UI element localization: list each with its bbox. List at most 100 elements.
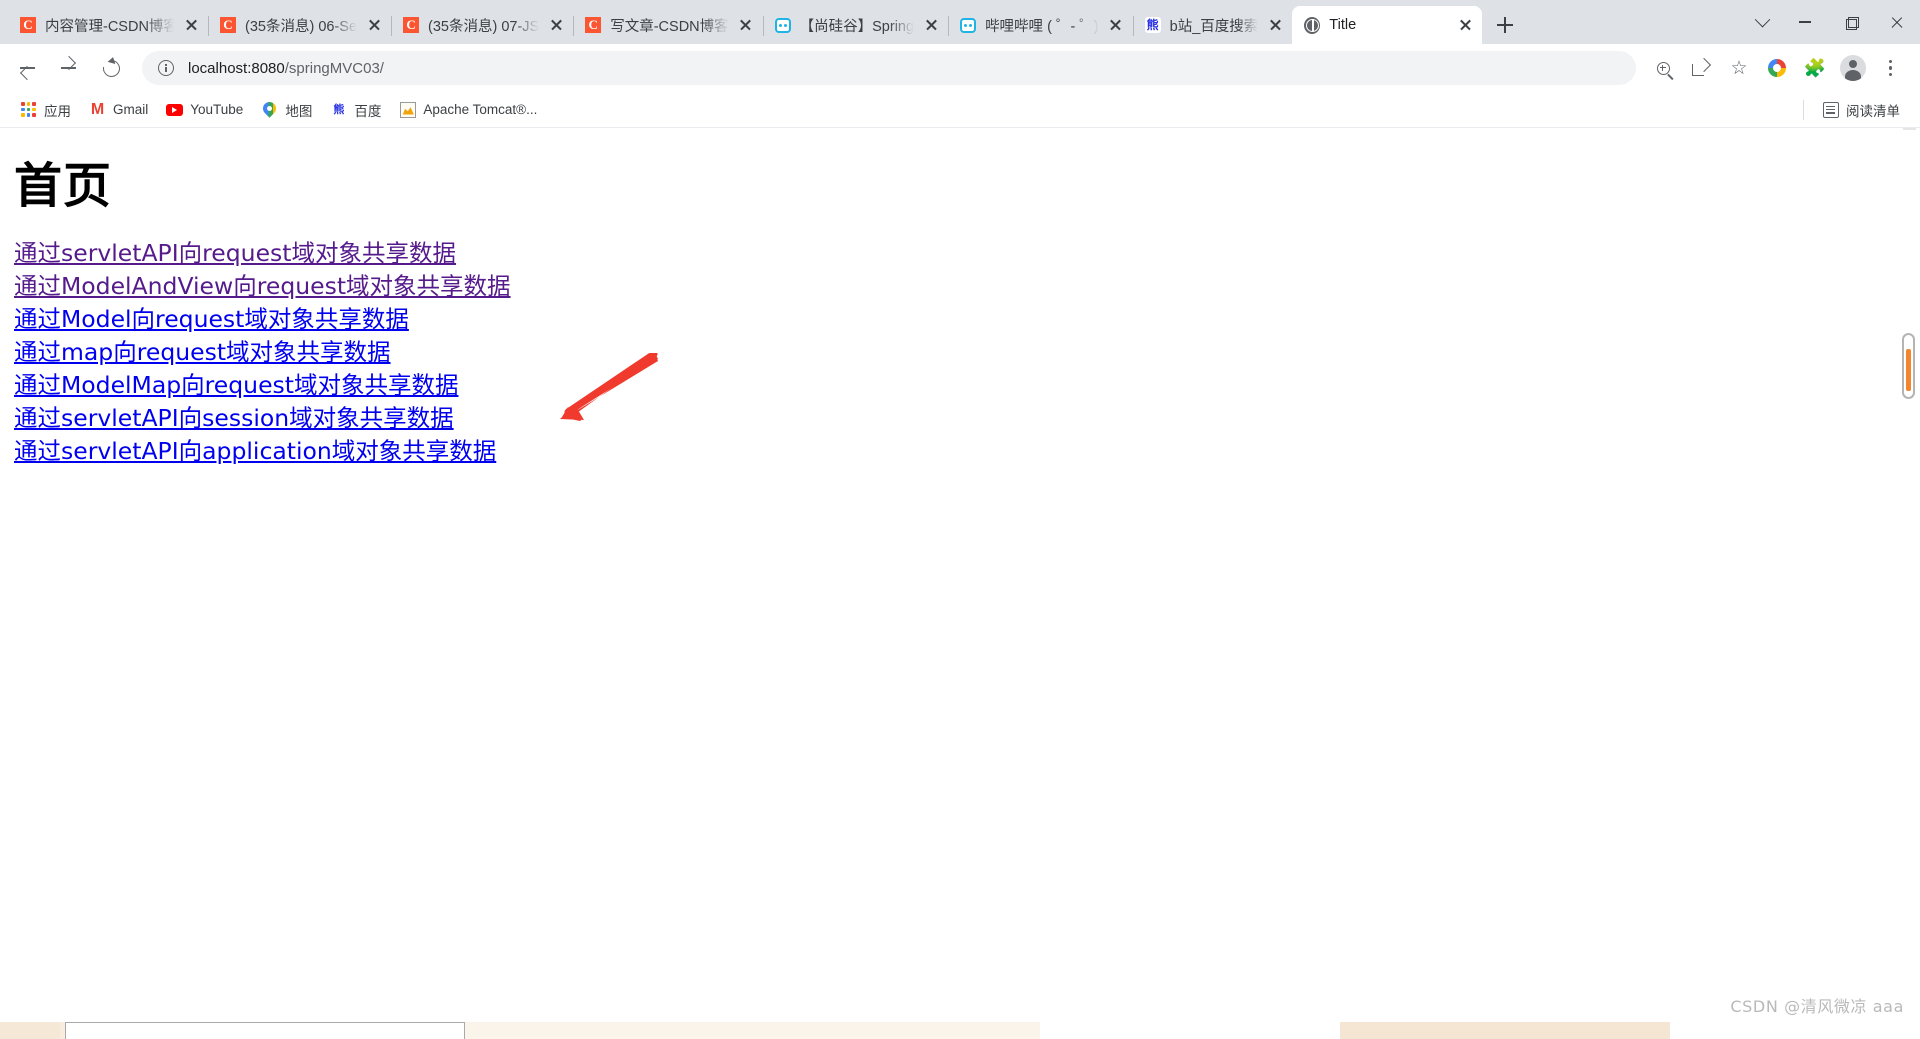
star-glyph: ☆ xyxy=(1730,57,1748,79)
tab-close-button[interactable] xyxy=(920,14,942,36)
browser-tab[interactable]: C (35条消息) 06-Se xyxy=(208,6,391,44)
back-button[interactable] xyxy=(9,50,45,86)
csdn-icon: C xyxy=(220,17,236,33)
reload-icon xyxy=(99,56,123,80)
tab-close-button[interactable] xyxy=(545,14,567,36)
zoom-icon[interactable] xyxy=(1646,51,1680,85)
url-text: localhost:8080/springMVC03/ xyxy=(188,60,384,77)
bookmarks-bar-right: 阅读清单 xyxy=(1803,97,1910,123)
taskbar-segment xyxy=(465,1022,1040,1039)
csdn-icon: C xyxy=(585,17,602,33)
csdn-icon: C xyxy=(403,17,420,33)
minimize-button[interactable] xyxy=(1782,0,1828,44)
reading-list-icon xyxy=(1822,101,1839,118)
arrow-right-icon xyxy=(61,60,77,76)
tab-title: (35条消息) 06-Se xyxy=(245,18,358,35)
maximize-button[interactable] xyxy=(1828,0,1874,44)
scrollbar-thumb[interactable] xyxy=(1902,333,1915,399)
tab-close-button[interactable] xyxy=(1105,14,1127,36)
browser-tab[interactable]: C (35条消息) 07-JS xyxy=(391,6,573,44)
tab-title: Title xyxy=(1329,17,1357,33)
tab-title: 【尚硅谷】Spring xyxy=(799,18,915,35)
page-content: 首页 通过servletAPI向request域对象共享数据 通过ModelAnd… xyxy=(0,128,1920,468)
window-controls xyxy=(1782,0,1920,44)
extensions-icon[interactable]: 🧩 xyxy=(1798,51,1832,85)
tab-close-button[interactable] xyxy=(735,14,757,36)
browser-tab[interactable]: 哔哩哔哩 ( ゜- ゜) xyxy=(948,6,1133,44)
youtube-icon xyxy=(166,101,184,118)
tab-title: 哔哩哔哩 ( ゜- ゜) xyxy=(985,18,1099,35)
tomcat-icon xyxy=(399,101,416,118)
bookmark-label: YouTube xyxy=(190,102,244,117)
reload-button[interactable] xyxy=(93,50,129,86)
globe-icon xyxy=(1304,16,1321,34)
profile-icon[interactable] xyxy=(1836,51,1870,85)
scrollbar[interactable] xyxy=(1902,128,1916,1039)
browser-toolbar: localhost:8080/springMVC03/ ☆ 🧩 xyxy=(0,44,1920,92)
star-icon[interactable]: ☆ xyxy=(1722,51,1756,85)
tab-close-button[interactable] xyxy=(363,14,385,36)
close-window-button[interactable] xyxy=(1874,0,1920,44)
tab-close-button[interactable] xyxy=(180,14,202,36)
link-list: 通过servletAPI向request域对象共享数据 通过ModelAndVie… xyxy=(14,237,1920,468)
browser-tab[interactable]: Title xyxy=(1292,6,1483,44)
page-link[interactable]: 通过ModelMap向request域对象共享数据 xyxy=(14,369,458,402)
bookmarks-bar: 应用 M Gmail YouTube 地图 熊 百度 Apache Tomcat… xyxy=(0,92,1920,128)
bookmark-maps[interactable]: 地图 xyxy=(253,97,320,123)
reading-list-label: 阅读清单 xyxy=(1846,103,1900,119)
bookmark-tomcat[interactable]: Apache Tomcat®... xyxy=(391,97,545,123)
gmail-icon: M xyxy=(90,100,105,118)
taskbar-segment xyxy=(1340,1022,1670,1039)
csdn-icon: C xyxy=(20,17,36,33)
browser-tab[interactable]: C 写文章-CSDN博客 xyxy=(573,6,762,44)
page-link[interactable]: 通过Model向request域对象共享数据 xyxy=(14,303,409,336)
reading-list-button[interactable]: 阅读清单 xyxy=(1814,97,1908,123)
baidu-icon: 熊 xyxy=(1144,17,1161,33)
bookmark-label: Gmail xyxy=(113,102,149,117)
page-viewport: 首页 通过servletAPI向request域对象共享数据 通过ModelAnd… xyxy=(0,128,1920,1039)
bilibili-icon xyxy=(960,17,977,33)
chevron-down-icon xyxy=(1754,11,1770,27)
share-icon[interactable] xyxy=(1684,51,1718,85)
taskbar-segment xyxy=(1040,1022,1340,1039)
page-link[interactable]: 通过map向request域对象共享数据 xyxy=(14,336,391,369)
tabstrip-right-controls xyxy=(1742,0,1920,44)
bookmark-baidu[interactable]: 熊 百度 xyxy=(322,97,389,123)
bookmark-gmail[interactable]: M Gmail xyxy=(81,97,156,123)
page-link[interactable]: 通过servletAPI向application域对象共享数据 xyxy=(14,435,496,468)
page-link[interactable]: 通过servletAPI向request域对象共享数据 xyxy=(14,237,456,270)
new-tab-button[interactable] xyxy=(1488,8,1522,42)
divider xyxy=(1803,99,1804,120)
arrow-left-icon xyxy=(19,60,35,76)
tab-title: 内容管理-CSDN博客 xyxy=(45,18,174,35)
avatar xyxy=(1840,55,1866,81)
url-host: localhost:8080 xyxy=(188,59,285,77)
url-path: /springMVC03/ xyxy=(284,59,384,77)
address-bar[interactable]: localhost:8080/springMVC03/ xyxy=(142,51,1636,85)
baidu-icon: 熊 xyxy=(330,101,347,118)
bookmark-apps[interactable]: 应用 xyxy=(12,97,79,123)
browser-tab[interactable]: 【尚硅谷】Spring xyxy=(762,6,948,44)
tab-title: (35条消息) 07-JS xyxy=(428,18,540,35)
tab-strip: C 内容管理-CSDN博客 C (35条消息) 06-Se C (35条消息) 07-JS… xyxy=(0,0,1920,44)
forward-button[interactable] xyxy=(51,50,87,86)
bookmark-youtube[interactable]: YouTube xyxy=(158,97,251,123)
bookmark-label: 百度 xyxy=(354,103,382,119)
taskbar-segment xyxy=(0,1022,60,1039)
browser-tab[interactable]: 熊 b站_百度搜索 xyxy=(1132,6,1293,44)
page-link[interactable]: 通过servletAPI向session域对象共享数据 xyxy=(14,402,454,435)
tab-list: C 内容管理-CSDN博客 C (35条消息) 06-Se C (35条消息) 07-JS… xyxy=(8,0,1483,44)
menu-icon[interactable] xyxy=(1874,51,1908,85)
site-info-icon[interactable] xyxy=(158,60,174,76)
google-icon[interactable] xyxy=(1760,51,1794,85)
tab-close-button[interactable] xyxy=(1454,14,1476,36)
tab-close-button[interactable] xyxy=(1264,14,1286,36)
tab-search-button[interactable] xyxy=(1742,3,1782,41)
toolbar-actions: ☆ 🧩 xyxy=(1644,51,1910,85)
tab-title: b站_百度搜索 xyxy=(1169,18,1259,35)
background-window-edge xyxy=(65,1022,465,1039)
page-link[interactable]: 通过ModelAndView向request域对象共享数据 xyxy=(14,270,511,303)
browser-tab[interactable]: C 内容管理-CSDN博客 xyxy=(8,6,208,44)
tab-title: 写文章-CSDN博客 xyxy=(610,18,729,35)
browser-window: C 内容管理-CSDN博客 C (35条消息) 06-Se C (35条消息) 07-JS… xyxy=(0,0,1920,1039)
